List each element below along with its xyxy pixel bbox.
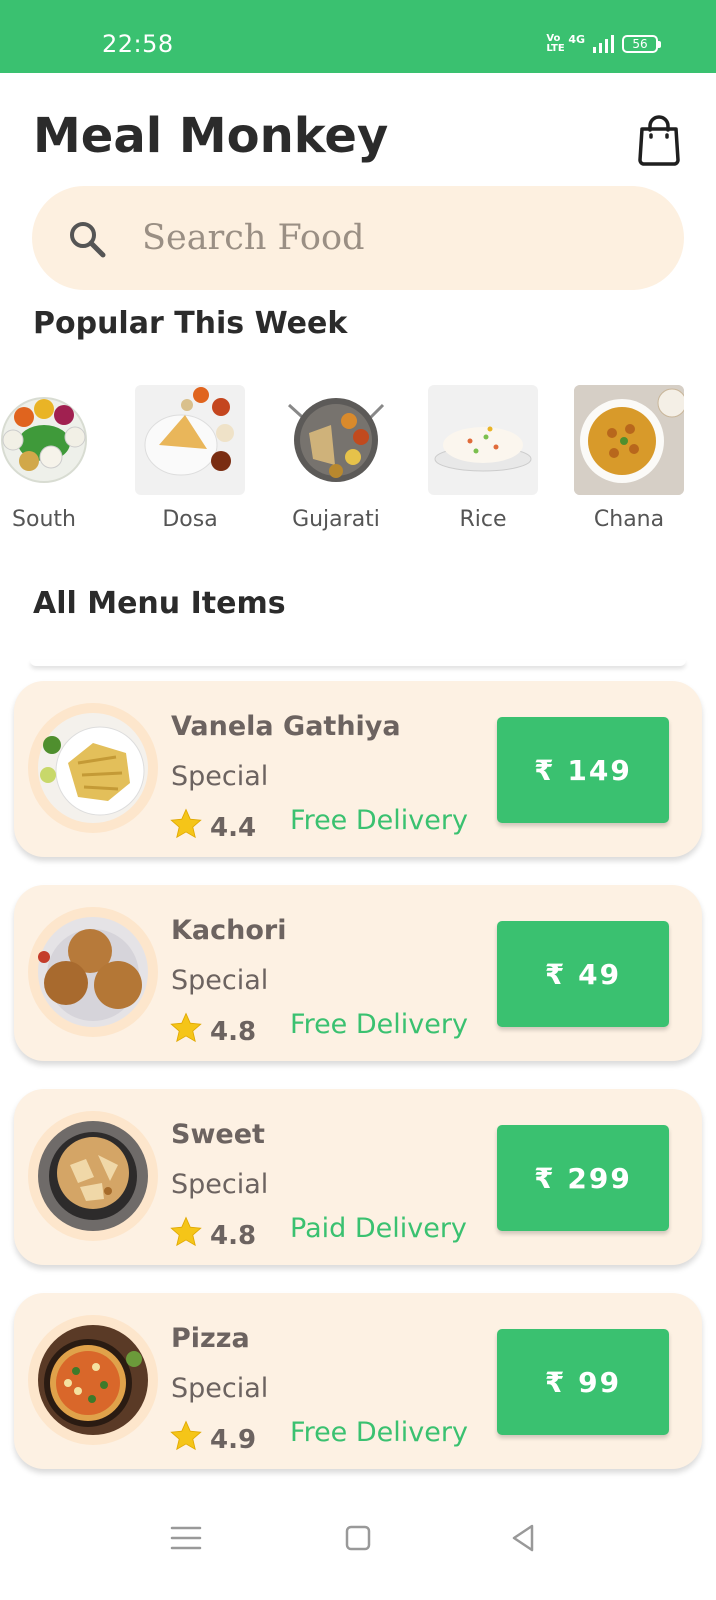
food-image [28,1111,158,1241]
star-icon [170,808,202,839]
rating-value: 4.8 [210,1017,257,1047]
star-icon [170,1012,202,1043]
star-icon [170,1216,202,1247]
menu-item-card[interactable]: Kachori Special 4.8 Free Delivery ₹ 49 [14,885,702,1061]
food-subtitle: Special [171,761,269,792]
price-button[interactable]: ₹ 299 [497,1125,669,1231]
food-image [28,907,158,1037]
food-name: Kachori [171,915,287,946]
status-time: 22:58 [102,30,174,58]
volte-icon: Vo LTE [546,33,565,54]
popular-item-south[interactable]: South [0,385,100,532]
food-name: Vanela Gathiya [171,711,401,742]
delivery-label: Free Delivery [290,805,468,836]
food-subtitle: Special [171,1373,269,1404]
delivery-label: Free Delivery [290,1417,468,1448]
status-icons: Vo LTE 4G 56 [546,32,661,54]
app-title: Meal Monkey [33,108,389,164]
dosa-image [135,385,245,495]
delivery-label: Free Delivery [290,1009,468,1040]
food-name: Sweet [171,1119,265,1150]
shopping-bag-icon [638,115,680,166]
popular-item-label: Chana [593,507,665,532]
popular-item-dosa[interactable]: Dosa [134,385,246,532]
home-icon[interactable] [338,1518,378,1558]
food-image [28,1315,158,1445]
food-subtitle: Special [171,965,269,996]
battery-icon: 56 [622,35,661,53]
menu-item-card[interactable]: Sweet Special 4.8 Paid Delivery ₹ 299 [14,1089,702,1265]
popular-list[interactable]: South Dosa Gujarati Rice Chana [0,385,716,535]
search-bar[interactable] [32,186,684,290]
rice-image [428,385,538,495]
popular-section-title: Popular This Week [33,306,348,341]
menu-icon[interactable] [166,1518,206,1558]
rating-value: 4.8 [210,1221,257,1251]
popular-item-rice[interactable]: Rice [427,385,539,532]
cart-button[interactable] [637,114,681,166]
section-divider [30,660,686,666]
popular-item-chana[interactable]: Chana [573,385,685,532]
food-image [28,703,158,833]
status-bar: 22:58 Vo LTE 4G 56 [0,0,716,73]
south-thali-image [0,385,99,495]
menu-item-card[interactable]: Pizza Special 4.9 Free Delivery ₹ 99 [14,1293,702,1469]
food-name: Pizza [171,1323,250,1354]
gujarati-thali-image [281,385,391,495]
network-type: 4G [568,32,585,46]
delivery-label: Paid Delivery [290,1213,467,1244]
price-button[interactable]: ₹ 99 [497,1329,669,1435]
popular-item-gujarati[interactable]: Gujarati [280,385,392,532]
price-button[interactable]: ₹ 49 [497,921,669,1027]
star-icon [170,1420,202,1451]
chana-image [574,385,684,495]
rating-value: 4.4 [210,813,257,843]
food-subtitle: Special [171,1169,269,1200]
search-icon [70,222,106,258]
menu-section-title: All Menu Items [33,586,286,621]
system-nav-bar [0,1490,716,1600]
menu-item-card[interactable]: Vanela Gathiya Special 4.4 Free Delivery… [14,681,702,857]
rating-value: 4.9 [210,1425,257,1455]
price-button[interactable]: ₹ 149 [497,717,669,823]
search-input[interactable] [142,208,642,268]
back-icon[interactable] [504,1518,544,1558]
signal-icon [593,35,614,53]
